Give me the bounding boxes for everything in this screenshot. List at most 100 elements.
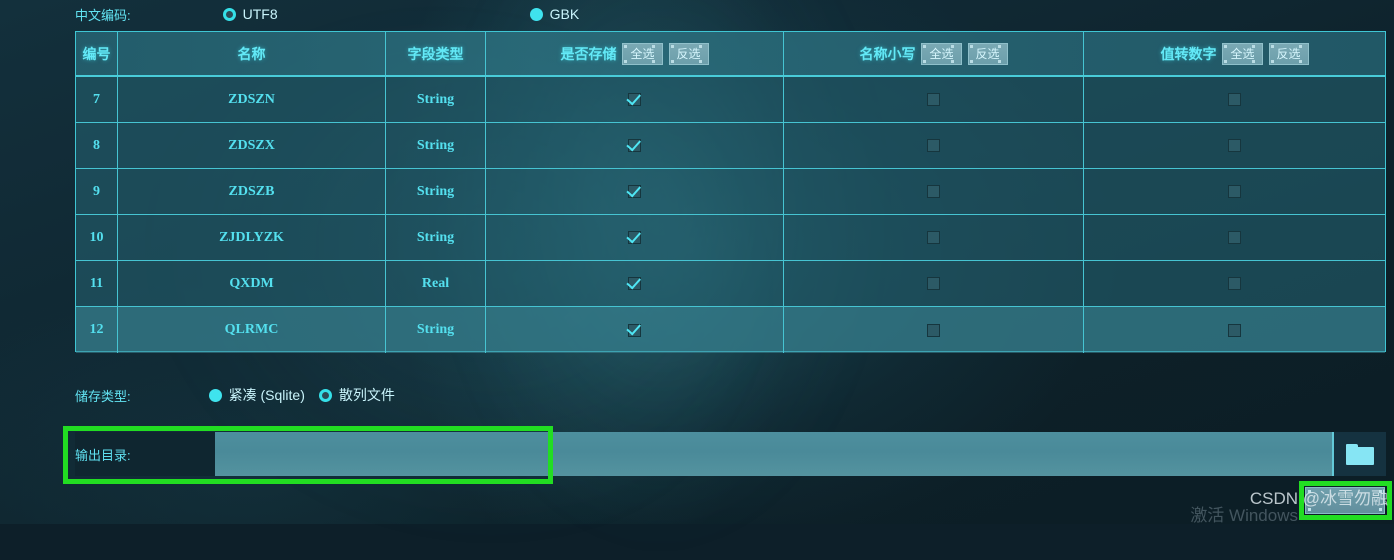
checkbox-unchecked-icon[interactable] [927,93,940,106]
cell-id-value: 10 [89,229,104,245]
output-directory-input[interactable] [215,432,1334,476]
table-row[interactable]: 10 ZJDLYZK String [76,215,1385,261]
store-select-all-button[interactable]: 全选 [622,42,663,65]
checkbox-unchecked-icon[interactable] [1228,231,1241,244]
cell-id-value: 8 [93,137,100,153]
cell-name-value: QXDM [229,275,274,291]
browse-directory-button[interactable] [1334,432,1386,476]
radio-utf8[interactable]: UTF8 [222,6,278,22]
cell-name: ZDSZN [118,77,386,122]
checkbox-checked-icon[interactable] [628,323,641,337]
cell-store-checkbox[interactable] [486,261,784,306]
cell-lowercase-checkbox[interactable] [784,261,1084,306]
checkbox-checked-icon[interactable] [628,93,641,106]
radio-compact-sqlite-label: 紧凑 (Sqlite) [228,387,305,403]
cell-name: QXDM [118,261,386,306]
cell-lowercase-checkbox[interactable] [784,215,1084,260]
column-header-id-label: 编号 [82,45,111,62]
checkbox-unchecked-icon[interactable] [1228,139,1241,152]
radio-scatter-file[interactable]: 散列文件 [318,385,395,405]
column-header-type: 字段类型 [386,32,486,75]
app-background: 中文编码: UTF8 GBK 编号 名称 字段类型 是否存储 全选 反选 名称小… [0,0,1394,560]
table-row[interactable]: 9 ZDSZB String [76,169,1385,215]
checkbox-checked-icon[interactable] [628,185,641,198]
cell-id: 7 [76,77,118,122]
table-row[interactable]: 8 ZDSZX String [76,123,1385,169]
cell-name: ZJDLYZK [118,215,386,260]
cell-tonumber-checkbox[interactable] [1084,123,1385,168]
checkbox-unchecked-icon[interactable] [927,323,940,337]
checkbox-checked-icon[interactable] [628,277,641,290]
cell-type: String [386,307,486,353]
cell-tonumber-checkbox[interactable] [1084,261,1385,306]
radio-scatter-file-label: 散列文件 [338,387,395,403]
checkbox-unchecked-icon[interactable] [927,231,940,244]
cell-lowercase-checkbox[interactable] [784,123,1084,168]
checkbox-unchecked-icon[interactable] [1228,323,1241,337]
storage-type-row: 储存类型: 紧凑 (Sqlite) 散列文件 [75,383,675,407]
cell-tonumber-checkbox[interactable] [1084,307,1385,353]
cell-tonumber-checkbox[interactable] [1084,77,1385,122]
checkbox-unchecked-icon[interactable] [1228,277,1241,290]
radio-utf8-label: UTF8 [242,6,278,22]
encoding-label: 中文编码: [75,7,131,23]
cell-name: QLRMC [118,307,386,353]
cell-lowercase-checkbox[interactable] [784,169,1084,214]
column-header-tonumber-label: 值转数字 [1160,45,1217,62]
checkbox-checked-icon[interactable] [628,231,641,244]
cell-id: 10 [76,215,118,260]
cell-type-value: String [416,183,455,199]
table-row[interactable]: 11 QXDM Real [76,261,1385,307]
checkbox-unchecked-icon[interactable] [1228,185,1241,198]
cell-id-value: 7 [93,91,100,107]
cell-name: ZDSZX [118,123,386,168]
cell-type-value: String [416,137,455,153]
cell-lowercase-checkbox[interactable] [784,307,1084,353]
folder-icon [1346,443,1374,465]
checkbox-unchecked-icon[interactable] [927,139,940,152]
encoding-row: 中文编码: UTF8 GBK [75,0,1386,28]
cell-store-checkbox[interactable] [486,169,784,214]
table-header-row: 编号 名称 字段类型 是否存储 全选 反选 名称小写 全选 反选 值转数字 全选… [76,32,1385,77]
radio-compact-sqlite-indicator-icon [208,388,222,402]
cell-tonumber-checkbox[interactable] [1084,215,1385,260]
lowercase-invert-button[interactable]: 反选 [967,42,1008,65]
cell-type: Real [386,261,486,306]
cell-name-value: ZDSZX [228,137,275,153]
cell-type-value: String [416,91,455,107]
action-button[interactable] [1305,487,1385,514]
cell-id: 12 [76,307,118,353]
cell-name-value: QLRMC [224,322,279,337]
cell-name-value: ZJDLYZK [219,229,284,245]
radio-compact-sqlite[interactable]: 紧凑 (Sqlite) [208,385,305,405]
radio-gbk[interactable]: GBK [529,6,579,22]
cell-lowercase-checkbox[interactable] [784,77,1084,122]
cell-id: 9 [76,169,118,214]
cell-store-checkbox[interactable] [486,215,784,260]
cell-tonumber-checkbox[interactable] [1084,169,1385,214]
table-row[interactable]: 12 QLRMC String [76,307,1385,353]
checkbox-unchecked-icon[interactable] [1228,93,1241,106]
lowercase-select-all-button[interactable]: 全选 [921,42,962,65]
checkbox-checked-icon[interactable] [628,139,641,152]
table-body: 7 ZDSZN String 8 ZDSZX String 9 ZDSZB String 10 ZJ… [76,77,1385,353]
column-header-lowercase: 名称小写 全选 反选 [784,32,1084,75]
checkbox-unchecked-icon[interactable] [927,277,940,290]
tonumber-select-all-button[interactable]: 全选 [1222,42,1263,65]
cell-type-value: String [416,229,455,245]
cell-store-checkbox[interactable] [486,77,784,122]
store-invert-button[interactable]: 反选 [668,42,709,65]
cell-store-checkbox[interactable] [486,307,784,353]
field-table: 编号 名称 字段类型 是否存储 全选 反选 名称小写 全选 反选 值转数字 全选… [75,31,1386,353]
cell-name: ZDSZB [118,169,386,214]
tonumber-invert-button[interactable]: 反选 [1268,42,1309,65]
column-header-store-label: 是否存储 [560,45,617,62]
cell-store-checkbox[interactable] [486,123,784,168]
cell-id: 8 [76,123,118,168]
column-header-id: 编号 [76,32,118,75]
cell-type-value: Real [421,275,450,291]
column-header-store: 是否存储 全选 反选 [486,32,784,75]
checkbox-unchecked-icon[interactable] [927,185,940,198]
cell-id-value: 11 [89,275,104,291]
table-row[interactable]: 7 ZDSZN String [76,77,1385,123]
